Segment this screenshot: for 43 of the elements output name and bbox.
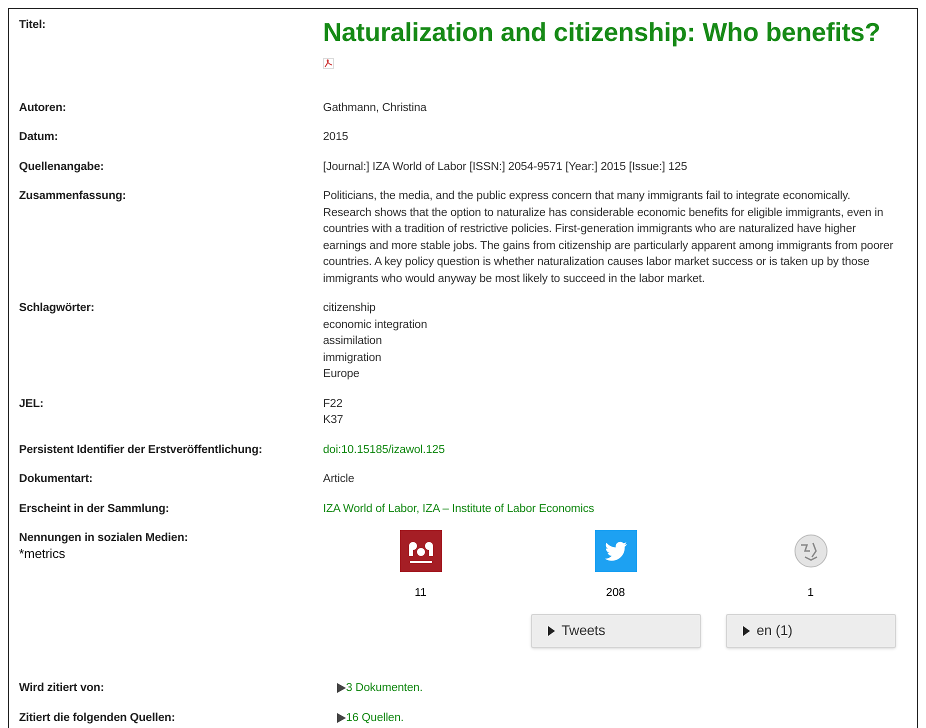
field-value: citizenship [323, 301, 376, 316]
field-label: Datum: [19, 131, 58, 143]
mention-count: 208 [606, 586, 625, 601]
field-label: Wird zitiert von: [19, 682, 104, 694]
triangle-icon [337, 712, 346, 723]
field-value: Europe [323, 367, 360, 382]
field-label: Zitiert die folgenden Quellen: [19, 712, 176, 724]
field-label: Dokumentart: [19, 473, 93, 485]
field-value: economic integration [323, 318, 428, 332]
field-label: Persistent Identifier der Erstveröffentlichung: [19, 444, 262, 456]
mention-count: 11 [414, 586, 426, 601]
document-title: Naturalization and citizenship: Who benefits? [323, 17, 882, 47]
globe-icon[interactable] [792, 533, 828, 569]
bird-icon[interactable] [594, 530, 636, 572]
field-value: immigration [323, 350, 382, 366]
field-label: Schlagwörter: [19, 302, 94, 314]
field-label: JEL: [19, 398, 44, 410]
field-label: Nennungen in sozialen Medien: [19, 532, 188, 544]
field-value: Politicians, the media, and the public express concern that many immigrants fail to integrate economically. Research shows that the option to naturalize has considerable economic benefits for eligible immigrants, even in countries with a tradition of restrictive policies. First-generation immigrants who are naturalized have higher earnings and more stable jobs. The gains from citizenship are particularly apparent among immigrants from poorer countries. A key policy question is whether naturalization causes labor market success or is taken up by those immigrants who would anyway be most likely to succeed in the labor market. [323, 189, 894, 286]
field-value: Article [323, 472, 356, 487]
expand-link[interactable]: 16 Quellen. [337, 710, 907, 726]
triangle-icon [337, 683, 346, 694]
field-label: Quellenangabe: [19, 160, 104, 172]
field-label: Autoren: [19, 102, 66, 114]
field-label: Erscheint in der Sammlung: [19, 502, 170, 514]
field-value: F22 [323, 396, 343, 412]
metrics-logo: *metrics [19, 546, 66, 560]
field-link[interactable]: IZA World of Labor, IZA – Institute of Labor Economics [323, 502, 594, 514]
pdf-icon[interactable] [323, 58, 334, 69]
triangle-icon [548, 626, 554, 636]
expand-button[interactable]: en (1) [726, 614, 896, 648]
field-value: K37 [323, 413, 344, 428]
expand-link[interactable]: 3 Dokumenten. [337, 680, 907, 696]
field-label: Titel: [19, 19, 46, 31]
field-value: Gathmann, Christina [323, 100, 428, 116]
field-link[interactable]: doi:10.15185/izawol.125 [323, 444, 445, 456]
field-value: [Journal:] IZA World of Labor [ISSN:] 2054-9571 [Year:] 2015 [Issue:] 125 [323, 160, 688, 174]
field-value: 2015 [323, 130, 350, 145]
field-value: assimilation [323, 334, 382, 349]
mention-count: 1 [807, 586, 814, 601]
field-label: Zusammenfassung: [19, 190, 126, 202]
expand-button[interactable]: Tweets [530, 614, 700, 648]
triangle-icon [742, 626, 750, 636]
